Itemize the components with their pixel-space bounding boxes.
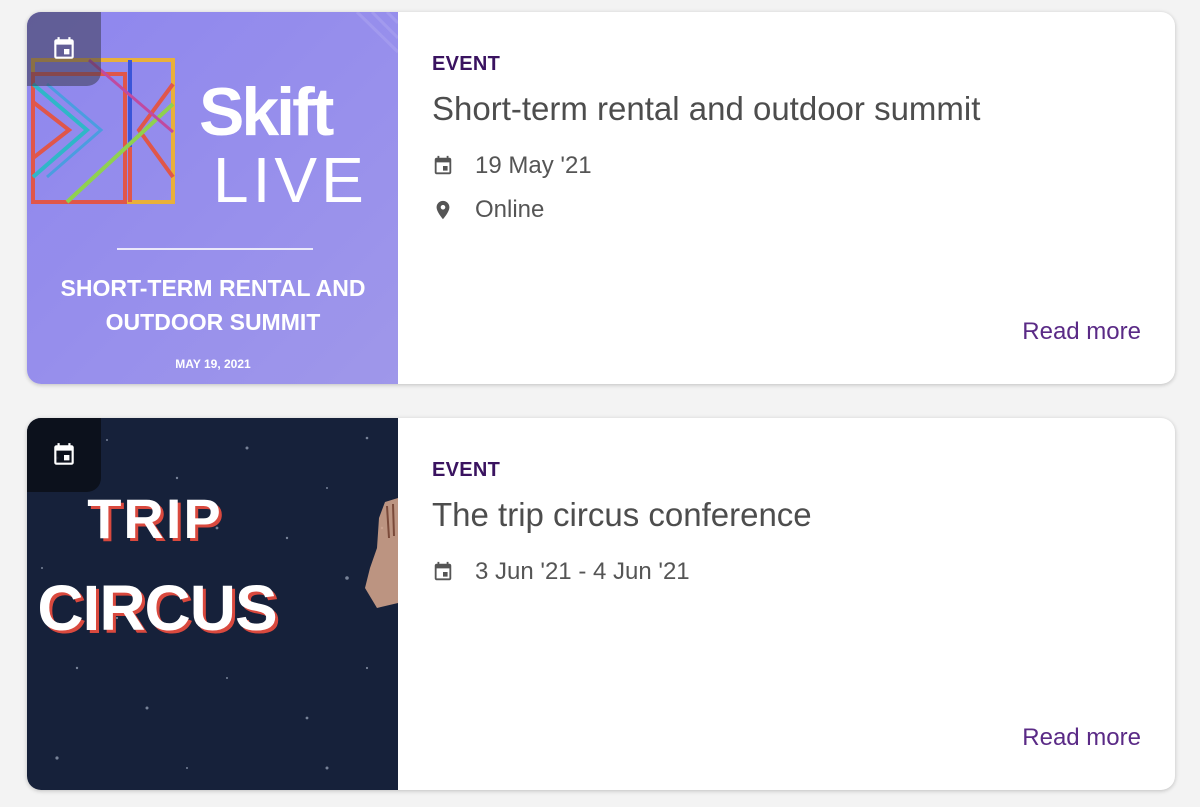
event-date-text: 19 May '21 bbox=[475, 152, 592, 179]
event-card[interactable]: Skift LIVE SHORT-TERM RENTAL AND OUTDOOR… bbox=[27, 12, 1175, 384]
svg-text:SHORT-TERM RENTAL AND: SHORT-TERM RENTAL AND bbox=[61, 275, 366, 301]
svg-text:OUTDOOR SUMMIT: OUTDOOR SUMMIT bbox=[106, 309, 321, 335]
event-thumbnail: TRIP TRIP CIRCUS CIRCUS bbox=[27, 418, 398, 790]
svg-text:CIRCUS: CIRCUS bbox=[37, 572, 276, 644]
event-type-badge bbox=[27, 12, 101, 86]
event-title[interactable]: The trip circus conference bbox=[432, 496, 812, 534]
brand-logo-text: Skift bbox=[199, 74, 334, 150]
event-date: 3 Jun '21 - 4 Jun '21 bbox=[432, 558, 690, 586]
event-location-text: Online bbox=[475, 196, 545, 223]
event-type-label: EVENT bbox=[432, 459, 501, 481]
event-date: 19 May '21 bbox=[432, 152, 592, 180]
event-type-label: EVENT bbox=[432, 53, 501, 75]
calendar-icon bbox=[432, 155, 454, 177]
calendar-icon bbox=[54, 37, 74, 59]
svg-text:LIVE: LIVE bbox=[213, 144, 368, 216]
calendar-icon bbox=[432, 561, 454, 583]
event-location: Online bbox=[432, 196, 544, 224]
event-details: EVENT Short-term rental and outdoor summ… bbox=[432, 12, 1175, 384]
trip-circus-logo-text: TRIP bbox=[87, 487, 223, 550]
read-more-link[interactable]: Read more bbox=[1022, 724, 1141, 752]
calendar-icon bbox=[54, 443, 74, 465]
event-type-badge bbox=[27, 418, 101, 492]
event-thumbnail: Skift LIVE SHORT-TERM RENTAL AND OUTDOOR… bbox=[27, 12, 398, 384]
event-details: EVENT The trip circus conference 3 Jun '… bbox=[432, 418, 1175, 790]
location-pin-icon bbox=[432, 199, 454, 221]
event-card[interactable]: TRIP TRIP CIRCUS CIRCUS EVENT The trip c… bbox=[27, 418, 1175, 790]
read-more-link[interactable]: Read more bbox=[1022, 318, 1141, 346]
event-date-text: 3 Jun '21 - 4 Jun '21 bbox=[475, 558, 690, 585]
svg-text:MAY 19, 2021: MAY 19, 2021 bbox=[175, 357, 251, 371]
event-title[interactable]: Short-term rental and outdoor summit bbox=[432, 90, 980, 128]
